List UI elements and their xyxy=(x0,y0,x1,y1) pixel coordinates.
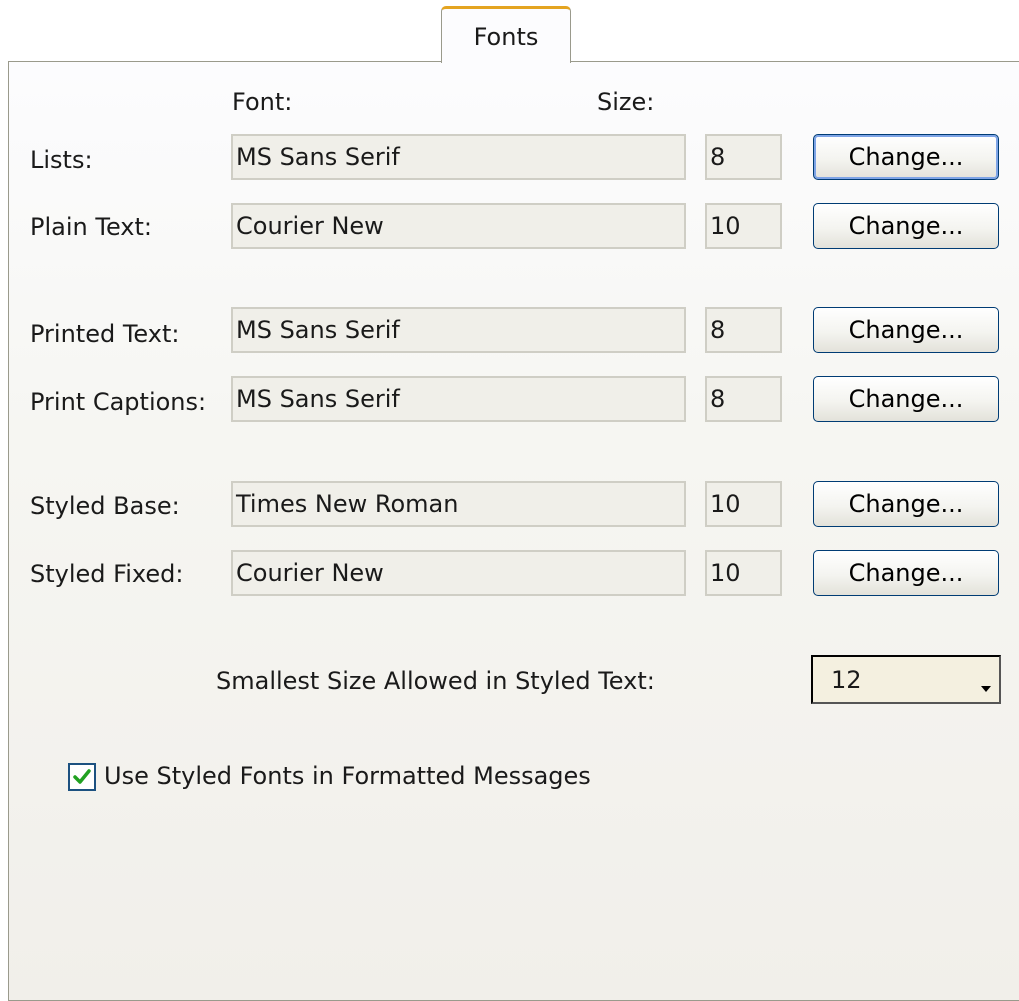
smallest-size-value: 12 xyxy=(831,665,862,694)
tab-fonts[interactable]: Fonts xyxy=(441,6,571,63)
smallest-size-label: Smallest Size Allowed in Styled Text: xyxy=(216,667,655,695)
smallest-size-select[interactable]: 12 xyxy=(811,655,1001,704)
styled-fixed-label: Styled Fixed: xyxy=(30,560,184,588)
printed-text-size-field: 8 xyxy=(705,307,782,353)
lists-size-field: 8 xyxy=(705,134,782,180)
plain-text-change-button[interactable]: Change... xyxy=(813,203,999,249)
print-captions-font-field: MS Sans Serif xyxy=(231,376,686,422)
chevron-down-icon xyxy=(981,686,991,692)
lists-change-button[interactable]: Change... xyxy=(813,134,999,180)
styled-base-font-field: Times New Roman xyxy=(231,481,686,527)
plain-text-label: Plain Text: xyxy=(30,213,152,241)
use-styled-fonts-checkbox[interactable] xyxy=(68,763,96,791)
font-column-header: Font: xyxy=(232,88,293,116)
plain-text-font-field: Courier New xyxy=(231,203,686,249)
size-column-header: Size: xyxy=(597,88,655,116)
styled-base-change-button[interactable]: Change... xyxy=(813,481,999,527)
printed-text-label: Printed Text: xyxy=(30,320,180,348)
lists-font-field: MS Sans Serif xyxy=(231,134,686,180)
checkmark-icon xyxy=(73,769,91,784)
tab-fonts-label: Fonts xyxy=(473,23,539,51)
print-captions-change-button[interactable]: Change... xyxy=(813,376,999,422)
styled-fixed-font-field: Courier New xyxy=(231,550,686,596)
print-captions-size-field: 8 xyxy=(705,376,782,422)
fonts-panel xyxy=(8,61,1019,1001)
plain-text-size-field: 10 xyxy=(705,203,782,249)
print-captions-label: Print Captions: xyxy=(30,388,207,416)
styled-base-label: Styled Base: xyxy=(30,492,180,520)
styled-fixed-change-button[interactable]: Change... xyxy=(813,550,999,596)
styled-base-size-field: 10 xyxy=(705,481,782,527)
use-styled-fonts-label[interactable]: Use Styled Fonts in Formatted Messages xyxy=(104,762,591,790)
printed-text-font-field: MS Sans Serif xyxy=(231,307,686,353)
styled-fixed-size-field: 10 xyxy=(705,550,782,596)
lists-label: Lists: xyxy=(30,146,93,174)
printed-text-change-button[interactable]: Change... xyxy=(813,307,999,353)
